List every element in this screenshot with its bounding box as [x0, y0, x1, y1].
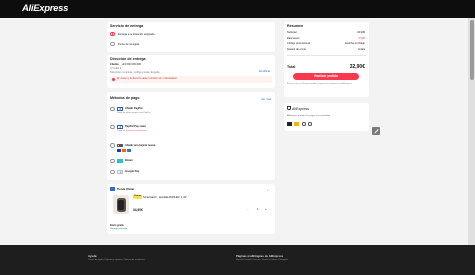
- trust-text: AliExpress protege tus pagos con segurid…: [287, 114, 331, 117]
- delivery-service-card: Servicio de entrega Entrega a tu direcci…: [107, 22, 275, 52]
- address-title: Dirección de entrega: [110, 57, 146, 61]
- delivery-title: Servicio de entrega: [110, 24, 144, 28]
- address-warning-text: El número y la dirección deben coincidir…: [117, 78, 177, 80]
- trust-title: AliExpress: [292, 106, 309, 111]
- payment-bizum-radio[interactable]: [110, 158, 115, 163]
- footer-language-links[interactable]: Español, English, Français, Deutsch, Ita…: [236, 259, 376, 262]
- lock-icon: [287, 122, 292, 126]
- amex-icon: [127, 149, 131, 152]
- paypal-icon: P: [117, 107, 123, 111]
- aliexpress-logo[interactable]: AliExpress: [22, 3, 68, 14]
- payment-card-label[interactable]: Añadir una tarjeta nueva: [125, 144, 155, 147]
- address-name: Cliente: [110, 63, 119, 66]
- payment-paypal-note: Paga de forma segura con PayPal: [117, 112, 151, 114]
- page-footer: Ayuda Centro de ayuda, Disputas y report…: [0, 245, 475, 275]
- credit-card-icon: [117, 143, 123, 147]
- place-order-button[interactable]: Realizar pedido: [293, 73, 359, 80]
- order-item-card: Tienda Oficial › Choice Smartwatch , pan…: [107, 184, 275, 234]
- warning-icon: [111, 77, 115, 81]
- address-phone: +34 000 000 000: [121, 63, 141, 66]
- summary-shipping-value: Gratis: [358, 47, 365, 51]
- summary-title: Resumen: [287, 24, 304, 28]
- payment-paypal-radio[interactable]: [110, 106, 115, 111]
- page-scrollbar[interactable]: [468, 18, 475, 245]
- store-icon: [110, 187, 115, 191]
- store-chevron-icon[interactable]: ›: [267, 188, 268, 192]
- payment-paylater-radio[interactable]: [110, 124, 115, 129]
- payment-paypal-label[interactable]: Añadir PayPal: [125, 107, 142, 110]
- summary-legal-text: Al hacer clic en «Realizar pedido» acept…: [287, 83, 353, 85]
- footer-help-links[interactable]: Centro de ayuda, Disputas y reportes, Po…: [88, 259, 228, 262]
- footer-help-title: Ayuda: [88, 254, 97, 258]
- card-brands-icons: [117, 149, 139, 152]
- edit-address-link[interactable]: Modificar: [259, 69, 270, 73]
- address-warning: El número y la dirección deben coincidir…: [110, 76, 272, 83]
- store-name[interactable]: Tienda Oficial: [117, 188, 134, 191]
- buyer-protection-card: AliExpress AliExpress protege tus pagos …: [284, 103, 369, 131]
- payment-title: Métodos de pago: [110, 96, 140, 100]
- payment-bizum-label[interactable]: Bizum: [125, 159, 133, 162]
- paypal-paylater-icon: P: [117, 125, 123, 129]
- summary-promo-label: Código promocional: [287, 42, 311, 45]
- summary-subtotal-label: Subtotal: [287, 31, 297, 34]
- payment-googlepay-radio[interactable]: [110, 169, 115, 174]
- summary-subtotal-value: 34,90€: [357, 31, 365, 34]
- delivery-pickup-radio[interactable]: [110, 41, 115, 46]
- feedback-button[interactable]: [372, 127, 380, 135]
- quantity-stepper[interactable]: − 1 +: [247, 207, 269, 212]
- product-price: 34,90€: [133, 208, 143, 212]
- delivery-home-radio[interactable]: [110, 31, 115, 36]
- top-bar: AliExpress: [0, 0, 475, 18]
- payment-paylater-note: Paga en 3 plazos sin intereses: [117, 130, 147, 132]
- promo-code-input[interactable]: Escribe el código: [345, 42, 365, 45]
- delivery-home-label: Entrega a tu dirección asignada: [118, 32, 155, 36]
- payment-methods-card: Métodos de pago Ver más P Añadir PayPal …: [107, 92, 275, 180]
- badge-icon: [308, 122, 312, 126]
- payment-paylater-label[interactable]: PayPal Pay Later: [125, 125, 146, 128]
- shipping-note: Entrega estimada: [110, 227, 128, 230]
- summary-total-value: 32,90€: [349, 63, 365, 70]
- payment-see-all-link[interactable]: Ver más: [261, 97, 271, 101]
- google-pay-icon: G: [117, 170, 123, 174]
- summary-discount-value: -2,00€: [357, 36, 365, 40]
- summary-total-label: Total: [287, 64, 296, 69]
- quantity-increase-button[interactable]: +: [265, 207, 267, 211]
- payment-googlepay-label[interactable]: Google Pay: [125, 170, 139, 173]
- delivery-pickup-label: Punto de recogida: [118, 42, 140, 46]
- visa-icon: [117, 149, 121, 152]
- summary-shipping-label: Gastos de envío: [287, 47, 306, 51]
- shield-icon: [287, 106, 291, 110]
- card-icon: [294, 122, 299, 126]
- product-title[interactable]: Smartwatch , pantalla AMOLED, 1,43": [143, 196, 187, 199]
- address-line2: Dirección completa, Código postal, Españ…: [110, 70, 160, 74]
- payment-card-radio[interactable]: [110, 143, 115, 148]
- summary-discount-label: Descuento: [287, 36, 300, 40]
- order-summary-card: Resumen Subtotal 34,90€ Descuento -2,00€…: [284, 22, 369, 97]
- choice-badge: Choice: [133, 195, 143, 199]
- quantity-decrease-button[interactable]: −: [247, 207, 249, 211]
- trust-badges: [287, 122, 317, 126]
- product-image[interactable]: [113, 195, 129, 214]
- quantity-value[interactable]: 1: [257, 207, 259, 211]
- footer-languages-title: Páginas multilingües de AliExpress: [236, 254, 284, 258]
- verified-icon: [302, 122, 306, 126]
- edit-icon: [374, 129, 379, 133]
- scrollbar-thumb[interactable]: [469, 20, 474, 80]
- mastercard-icon: [122, 149, 126, 152]
- address-card: Dirección de entrega Cliente +34 000 000…: [107, 55, 275, 88]
- bizum-icon: [117, 159, 123, 163]
